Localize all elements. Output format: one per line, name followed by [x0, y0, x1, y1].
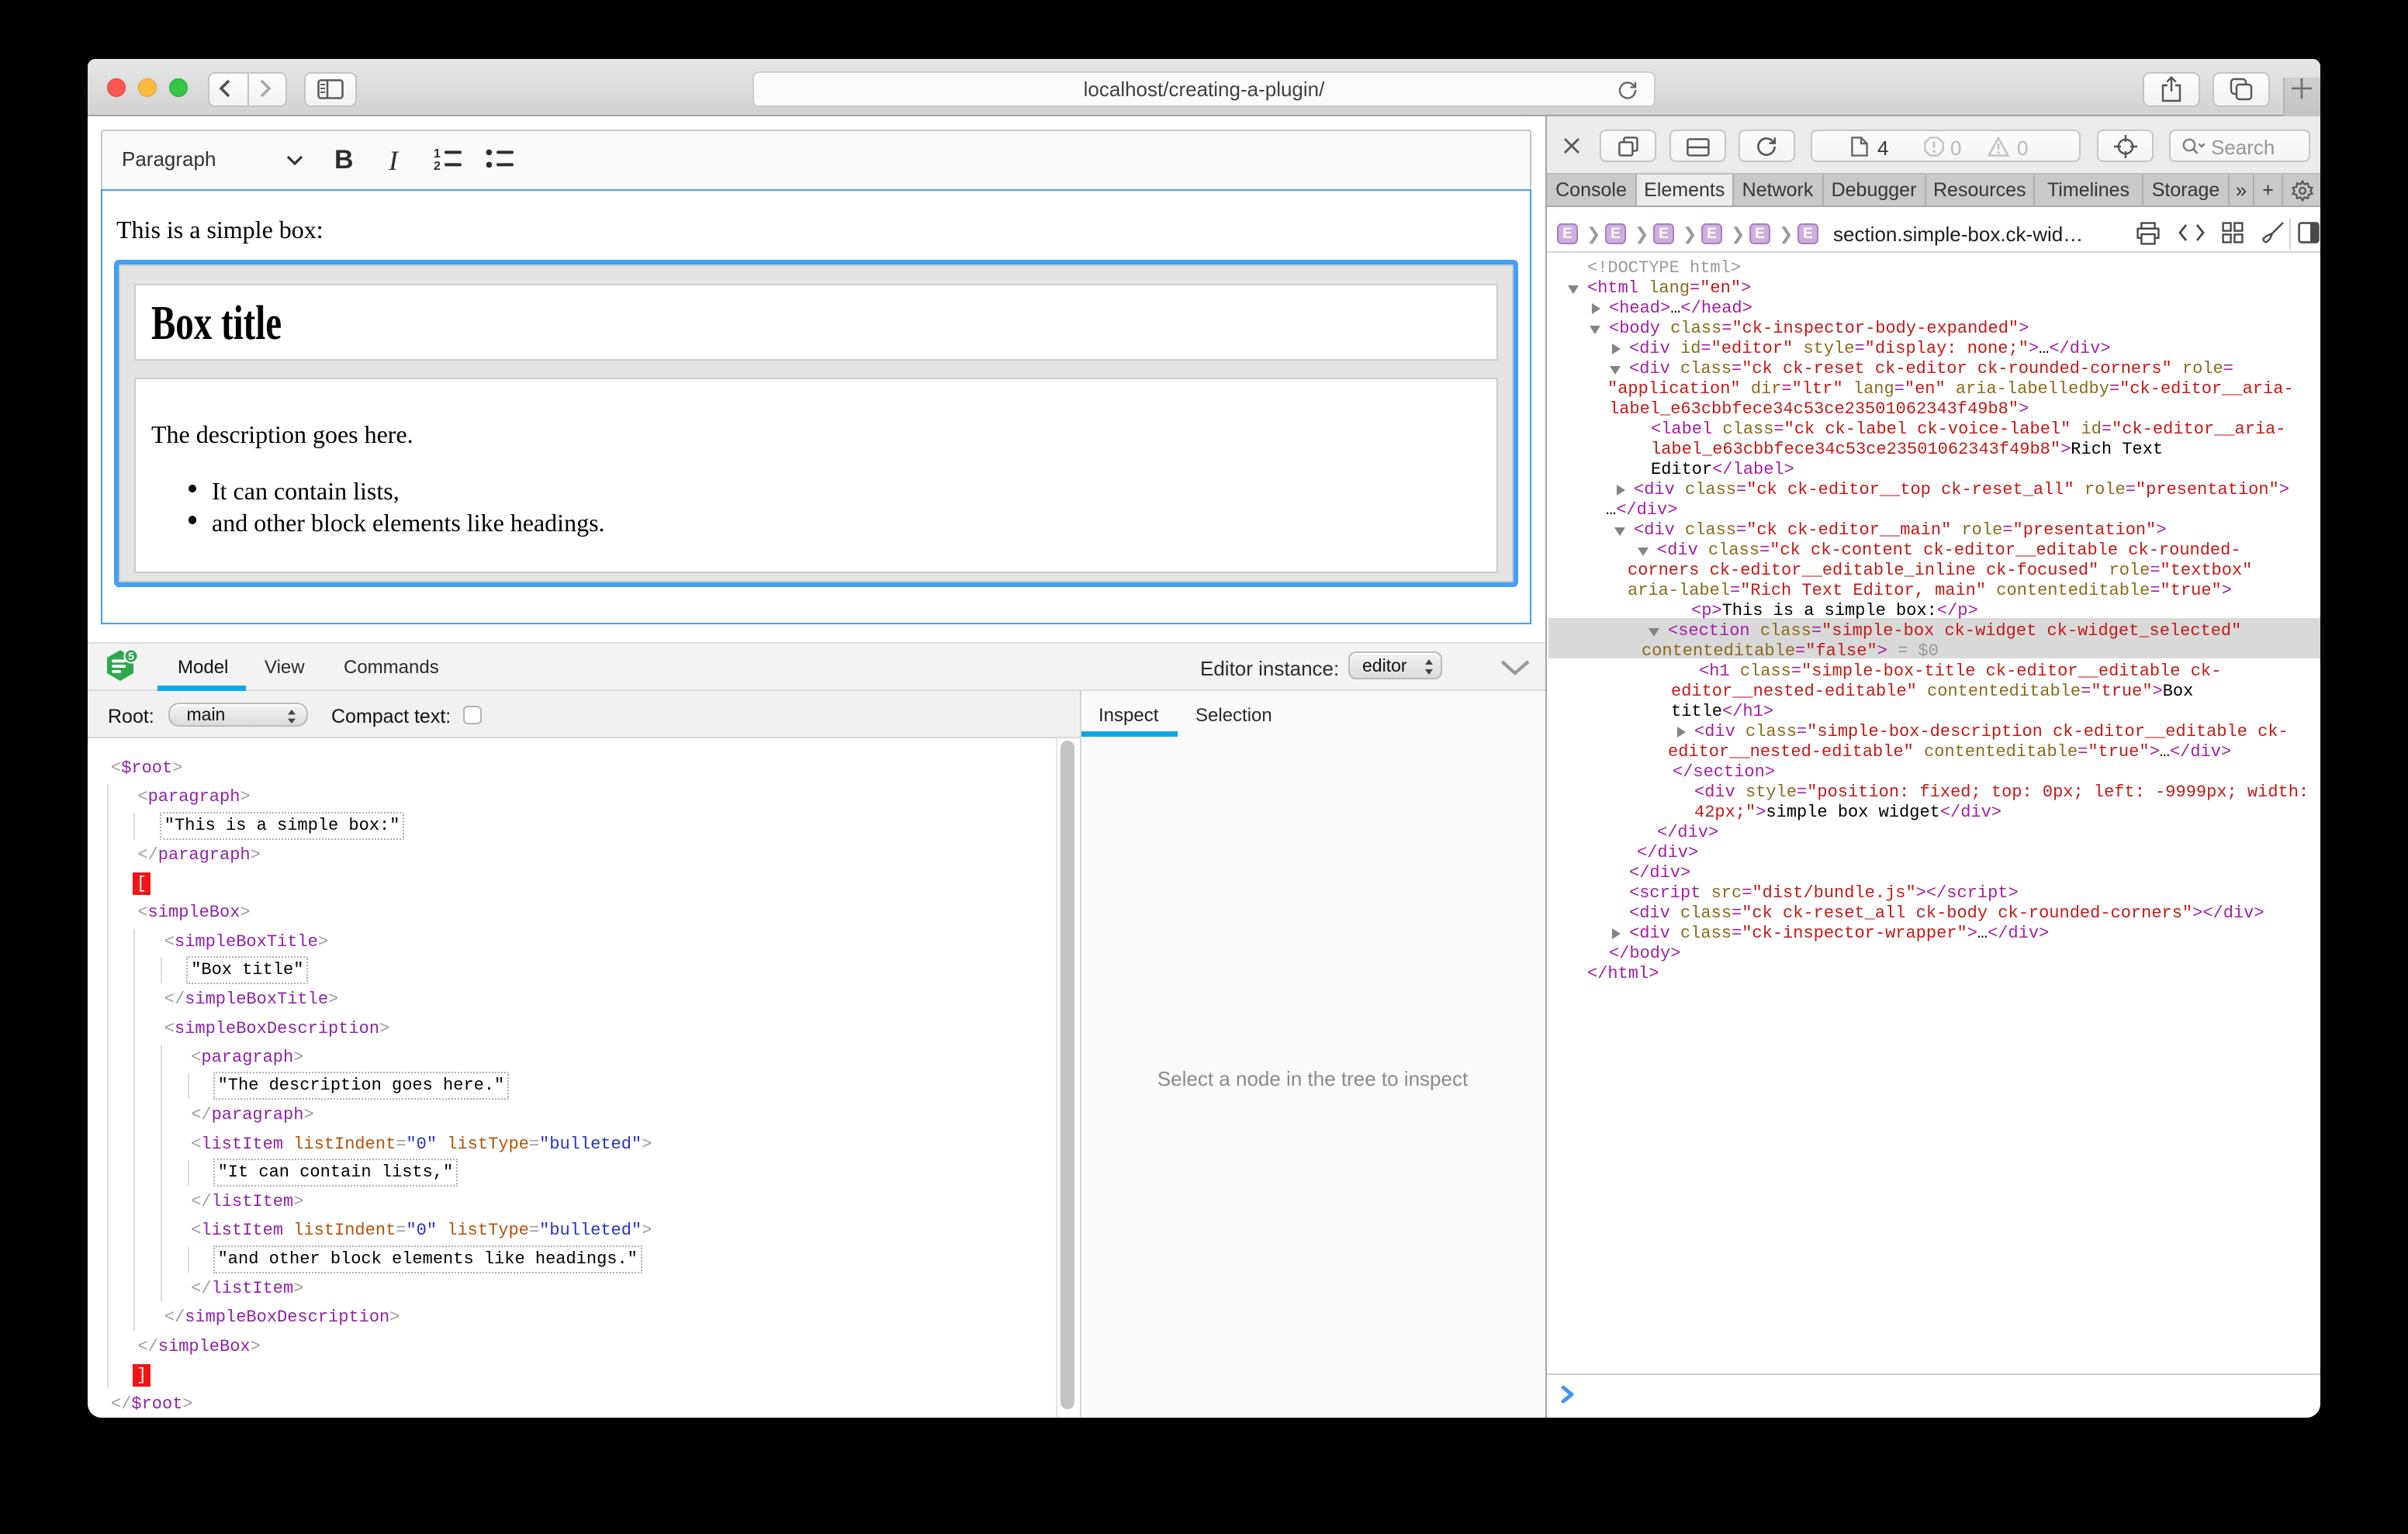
svg-text:2: 2 — [434, 160, 441, 171]
svg-text:1: 1 — [434, 147, 441, 161]
svg-text:5: 5 — [128, 650, 134, 662]
